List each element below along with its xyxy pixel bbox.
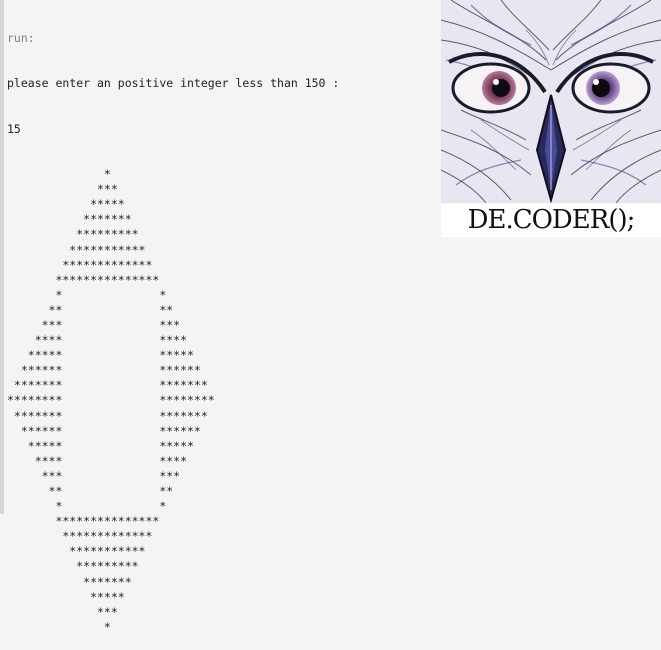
input-prompt: please enter an positive integer less th…: [7, 76, 340, 91]
output-line: **** ****: [7, 333, 188, 348]
output-line: ***** *****: [7, 438, 194, 453]
output-line: *******: [7, 574, 132, 589]
user-input-value: 15: [7, 121, 21, 136]
output-line: ******* *******: [7, 408, 208, 423]
owl-sketch-image: [441, 0, 661, 203]
output-line: ** **: [7, 302, 174, 317]
pattern-output: * *** ***** ******* ********* **********…: [7, 167, 437, 635]
output-line: *************: [7, 257, 153, 272]
run-label: run:: [7, 31, 35, 46]
output-line: ******** ********: [7, 393, 215, 408]
output-line: *** ***: [7, 468, 181, 483]
output-console: run: please enter an positive integer le…: [7, 0, 437, 634]
output-line: *********: [7, 227, 139, 242]
output-line: * *: [7, 287, 167, 302]
output-line: *** ***: [7, 317, 181, 332]
output-line: *****: [7, 589, 125, 604]
output-line: *: [7, 167, 111, 182]
output-line: *: [7, 619, 111, 634]
output-line: *********: [7, 559, 139, 574]
output-line: ***********: [7, 242, 146, 257]
output-line: ***************: [7, 514, 160, 529]
output-line: ** **: [7, 484, 174, 498]
output-line: *************: [7, 529, 153, 544]
output-line: ***: [7, 182, 118, 197]
output-line: ***********: [7, 544, 146, 559]
output-line: ***: [7, 604, 118, 619]
output-line: **** ****: [7, 453, 188, 468]
decoder-logo: DE.CODER();: [441, 0, 661, 237]
output-line: ******* *******: [7, 378, 208, 393]
output-line: ***** *****: [7, 348, 194, 363]
output-line: ****** ******: [7, 363, 201, 378]
output-line: *****: [7, 197, 125, 212]
brand-text: DE.CODER();: [467, 205, 636, 235]
editor-gutter: [0, 0, 4, 514]
output-line: ****** ******: [7, 423, 201, 438]
output-line: * *: [7, 499, 167, 514]
output-line: ***************: [7, 272, 160, 287]
output-line: *******: [7, 212, 132, 227]
